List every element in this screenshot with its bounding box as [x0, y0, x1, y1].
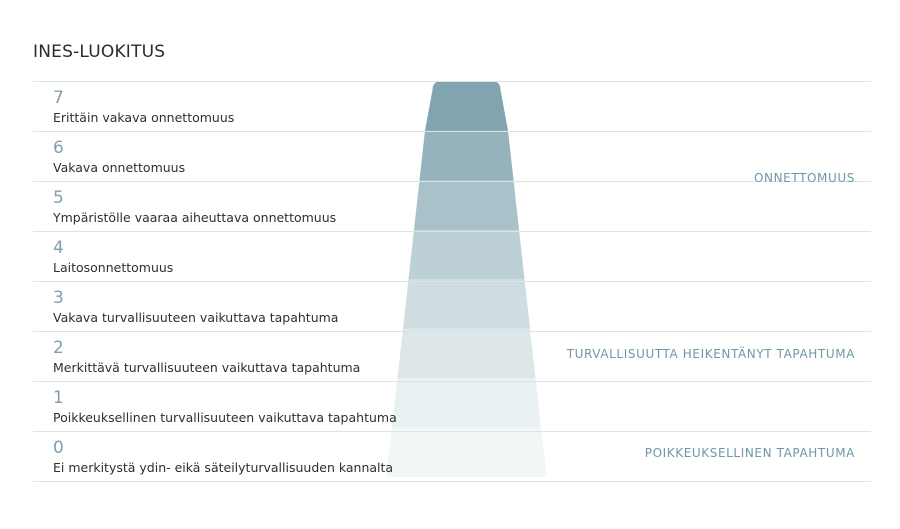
category-accident: ONNETTOMUUS: [753, 171, 855, 185]
level-row-4: 4 Laitosonnettomuus: [33, 231, 871, 282]
level-row-3: 3 Vakava turvallisuuteen vaikuttava tapa…: [33, 281, 871, 332]
level-label: Merkittävä turvallisuuteen vaikuttava ta…: [53, 360, 361, 375]
level-label: Vakava turvallisuuteen vaikuttava tapaht…: [53, 310, 339, 325]
level-number: 3: [53, 288, 64, 308]
level-label: Ei merkitystä ydin- eikä säteilyturvalli…: [53, 460, 394, 475]
level-label: Erittäin vakava onnettomuus: [53, 110, 235, 125]
level-number: 6: [53, 138, 64, 158]
divider: [33, 481, 871, 482]
level-label: Laitosonnettomuus: [53, 260, 174, 275]
level-number: 5: [53, 188, 64, 208]
level-label: Vakava onnettomuus: [53, 160, 186, 175]
level-label: Poikkeuksellinen turvallisuuteen vaikutt…: [53, 410, 397, 425]
level-number: 2: [53, 338, 64, 358]
level-number: 1: [53, 388, 64, 408]
level-number: 7: [53, 88, 64, 108]
level-row-6: 6 Vakava onnettomuus: [33, 131, 871, 182]
level-number: 0: [53, 438, 64, 458]
level-number: 4: [53, 238, 64, 258]
level-row-5: 5 Ympäristölle vaaraa aiheuttava onnetto…: [33, 181, 871, 232]
level-row-1: 1 Poikkeuksellinen turvallisuuteen vaiku…: [33, 381, 871, 432]
level-label: Ympäristölle vaaraa aiheuttava onnettomu…: [53, 210, 337, 225]
level-row-7: 7 Erittäin vakava onnettomuus: [33, 81, 871, 132]
category-anomaly: POIKKEUKSELLINEN TAPAHTUMA: [644, 446, 855, 460]
category-incident: TURVALLISUUTTA HEIKENTÄNYT TAPAHTUMA: [566, 347, 855, 361]
